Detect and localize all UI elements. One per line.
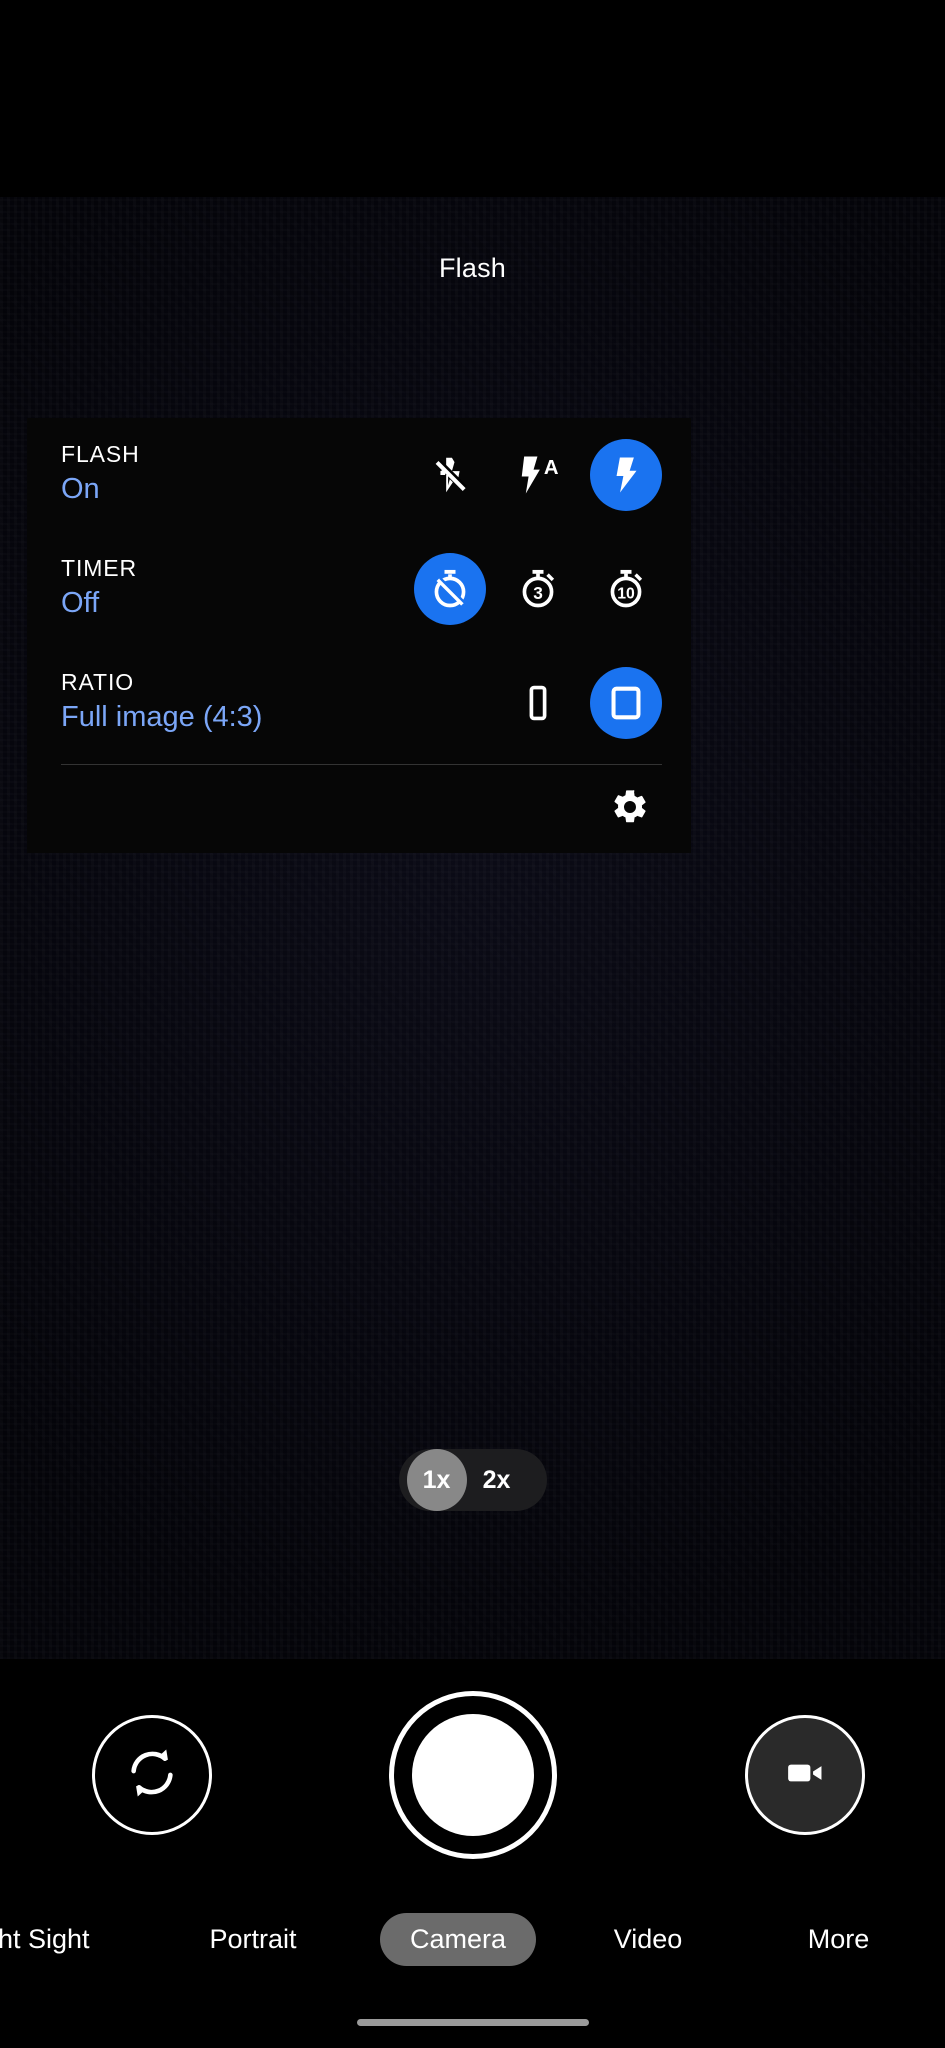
flash-on-button[interactable]	[590, 439, 662, 511]
timer-3-seconds-button[interactable]: 3	[502, 553, 574, 625]
flash-options: A	[414, 439, 662, 511]
home-indicator[interactable]	[356, 2019, 589, 2026]
ratio-row-labels: RATIO Full image (4:3)	[61, 669, 502, 738]
zoom-level-2x-button[interactable]: 2x	[467, 1449, 527, 1511]
settings-row-ratio: RATIO Full image (4:3)	[27, 646, 691, 760]
settings-row-flash: FLASH On A	[27, 418, 691, 532]
timer-row-labels: TIMER Off	[61, 555, 414, 624]
switch-to-video-button[interactable]	[745, 1715, 865, 1835]
ratio-options	[502, 667, 662, 739]
timer-row-title: TIMER	[61, 554, 138, 581]
flash-row-labels: FLASH On	[61, 441, 414, 510]
flash-row-value: On	[61, 473, 100, 506]
zoom-pill-group: 1x 2x	[398, 1449, 547, 1511]
viewfinder-preview-image	[0, 197, 945, 1659]
timer-row-value: Off	[61, 587, 100, 620]
zoom-control: 1x 2x	[0, 1449, 945, 1511]
aspect-ratio-16-9-button[interactable]	[502, 667, 574, 739]
video-camera-icon	[782, 1750, 828, 1801]
shutter-button[interactable]	[388, 1691, 557, 1859]
aspect-ratio-4-3-icon	[604, 681, 648, 725]
svg-text:A: A	[544, 457, 559, 479]
timer-options: 3 10	[414, 553, 662, 625]
svg-text:3: 3	[533, 583, 543, 603]
flip-camera-button[interactable]	[92, 1715, 212, 1835]
flash-auto-icon: A	[514, 451, 562, 499]
flash-on-icon	[605, 454, 647, 496]
shutter-row	[0, 1659, 945, 1891]
flash-off-icon	[427, 452, 473, 498]
timer-off-button[interactable]	[414, 553, 486, 625]
zoom-level-1x-button[interactable]: 1x	[406, 1449, 467, 1511]
shutter-button-inner	[411, 1714, 534, 1836]
mode-more[interactable]: More	[738, 1913, 939, 1966]
timer-10-seconds-button[interactable]: 10	[590, 553, 662, 625]
mode-selector-bar: ht Sight Portrait Camera Video More	[0, 1891, 945, 1987]
flash-off-button[interactable]	[414, 439, 486, 511]
bottom-control-bar: ht Sight Portrait Camera Video More	[0, 1659, 945, 2048]
camera-settings-panel: FLASH On A TIMER Off 3 10 RATIO Full ima…	[27, 418, 691, 853]
ratio-row-value: Full image (4:3)	[61, 701, 263, 734]
timer-3-seconds-icon: 3	[516, 567, 560, 611]
gear-icon	[610, 787, 650, 832]
camera-app-screen: Flash FLASH On A TIMER Off 3 10 RATIO Fu…	[0, 0, 945, 2048]
more-settings-button[interactable]	[602, 781, 658, 837]
flash-tooltip: Flash	[438, 253, 507, 283]
svg-text:10: 10	[617, 586, 635, 603]
flash-row-title: FLASH	[61, 440, 140, 467]
aspect-ratio-16-9-icon	[516, 681, 560, 725]
panel-footer	[27, 765, 691, 853]
camera-viewfinder[interactable]	[0, 197, 945, 1659]
mode-video[interactable]: Video	[558, 1913, 738, 1966]
settings-row-timer: TIMER Off 3 10	[27, 532, 691, 646]
mode-portrait[interactable]: Portrait	[148, 1913, 358, 1966]
timer-10-seconds-icon: 10	[604, 567, 648, 611]
timer-off-icon	[428, 567, 472, 611]
mode-camera[interactable]: Camera	[380, 1912, 537, 1966]
flip-camera-icon	[123, 1744, 181, 1807]
aspect-ratio-4-3-button[interactable]	[590, 667, 662, 739]
flash-auto-button[interactable]: A	[502, 439, 574, 511]
mode-night-sight[interactable]: ht Sight	[0, 1913, 148, 1966]
ratio-row-title: RATIO	[61, 668, 135, 695]
